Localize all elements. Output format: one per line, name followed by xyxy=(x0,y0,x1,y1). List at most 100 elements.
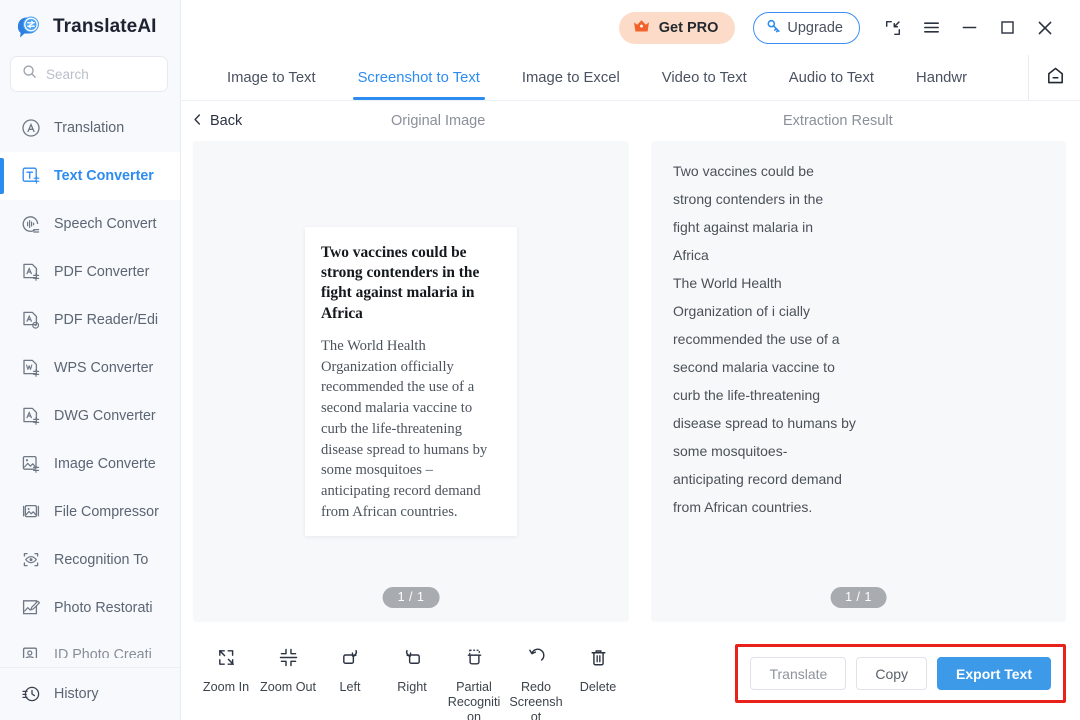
main-content: Get PRO Upgrade Image to Text Screenshot… xyxy=(181,0,1080,720)
ocr-line: disease spread to humans by xyxy=(673,415,856,431)
sidebar-item-pdf-reader-edit[interactable]: PDF Reader/Edi xyxy=(0,296,180,344)
text-converter-icon xyxy=(20,165,42,187)
sidebar-item-label: PDF Converter xyxy=(54,264,150,280)
home-button[interactable] xyxy=(1028,55,1080,100)
speech-bubble-translate-icon xyxy=(14,12,44,42)
chevron-left-icon xyxy=(191,113,204,130)
sidebar-item-id-photo-creation[interactable]: ID Photo Creati xyxy=(0,632,180,658)
brand: TranslateAI xyxy=(0,0,180,52)
zoom-out-icon xyxy=(278,647,299,673)
sidebar-item-photo-restoration[interactable]: Photo Restorati xyxy=(0,584,180,632)
sidebar-item-history[interactable]: History xyxy=(0,668,180,720)
sidebar-item-label: Translation xyxy=(54,120,125,136)
sidebar-item-pdf-converter[interactable]: PDF Converter xyxy=(0,248,180,296)
image-converter-icon xyxy=(20,453,42,475)
sidebar-item-label: Recognition To xyxy=(54,552,149,568)
tool-label: Left xyxy=(339,680,361,694)
translate-button[interactable]: Translate xyxy=(750,657,847,690)
search-input[interactable] xyxy=(46,66,156,82)
home-icon xyxy=(1045,65,1066,91)
copy-button[interactable]: Copy xyxy=(856,657,928,690)
back-button[interactable]: Back xyxy=(191,113,242,130)
sidebar-item-label: History xyxy=(54,686,99,702)
document-title: Two vaccines could be strong contenders … xyxy=(321,243,480,322)
ocr-line: anticipating record demand xyxy=(673,471,842,487)
ocr-line: recommended the use of a xyxy=(673,331,840,347)
partial-recognition-button[interactable]: Partial Recognition xyxy=(443,647,505,720)
pdf-converter-icon xyxy=(20,261,42,283)
tab-video-to-text[interactable]: Video to Text xyxy=(641,55,768,100)
pdf-reader-edit-icon xyxy=(20,309,42,331)
collapse-icon[interactable] xyxy=(874,8,912,48)
close-icon[interactable] xyxy=(1026,8,1064,48)
sidebar-item-label: Text Converter xyxy=(54,168,154,184)
rotate-right-button[interactable]: Right xyxy=(381,647,443,720)
tab-handwriting[interactable]: Handwrit xyxy=(895,55,967,100)
sidebar-nav: Translation Text Converter Speech Conver… xyxy=(0,104,180,667)
sidebar-item-speech-convert[interactable]: Speech Convert xyxy=(0,200,180,248)
tab-label: Audio to Text xyxy=(788,69,875,86)
sidebar-item-file-compressor[interactable]: File Compressor xyxy=(0,488,180,536)
id-photo-icon xyxy=(20,644,42,658)
sidebar-footer: History xyxy=(0,667,180,720)
original-image-pane[interactable]: Two vaccines could be strong contenders … xyxy=(193,141,629,622)
window-controls xyxy=(874,8,1064,48)
tool-label: Redo Screenshot xyxy=(509,680,563,720)
tab-label: Image to Text xyxy=(227,69,316,86)
zoom-in-button[interactable]: Zoom In xyxy=(195,647,257,720)
sidebar-item-dwg-converter[interactable]: DWG Converter xyxy=(0,392,180,440)
sidebar-item-label: Image Converte xyxy=(54,456,156,472)
tab-screenshot-to-text[interactable]: Screenshot to Text xyxy=(337,55,501,100)
ocr-line: fight against malaria in xyxy=(673,219,814,235)
sidebar-item-recognition-to[interactable]: Recognition To xyxy=(0,536,180,584)
rotate-left-icon xyxy=(340,647,361,673)
sidebar-item-image-converter[interactable]: Image Converte xyxy=(0,440,180,488)
upgrade-button[interactable]: Upgrade xyxy=(753,11,860,44)
ocr-line: curb the life-threatening xyxy=(673,387,821,403)
ocr-text[interactable]: Two vaccines could be strong contenders … xyxy=(651,141,1066,521)
delete-trash-icon xyxy=(588,647,609,673)
tab-label: Video to Text xyxy=(661,69,747,86)
speech-convert-icon xyxy=(20,213,42,235)
tab-image-to-excel[interactable]: Image to Excel xyxy=(501,55,641,100)
ocr-line: The World Health xyxy=(673,275,782,291)
maximize-icon[interactable] xyxy=(988,8,1026,48)
sidebar-item-label: ID Photo Creati xyxy=(54,647,152,658)
page-indicator: 1 / 1 xyxy=(830,587,887,608)
sidebar-item-label: Speech Convert xyxy=(54,216,157,232)
sidebar-item-translation[interactable]: Translation xyxy=(0,104,180,152)
ocr-line: second malaria vaccine to xyxy=(673,359,835,375)
rotate-right-icon xyxy=(402,647,423,673)
partial-recognition-icon xyxy=(464,647,485,673)
tab-label: Screenshot to Text xyxy=(357,69,480,86)
document-preview-card: Two vaccines could be strong contenders … xyxy=(305,226,517,537)
search-box[interactable] xyxy=(10,56,168,92)
original-image-caption: Original Image xyxy=(391,113,486,129)
sidebar-item-label: DWG Converter xyxy=(54,408,156,424)
redo-screenshot-button[interactable]: Redo Screenshot xyxy=(505,647,567,720)
menu-icon[interactable] xyxy=(912,8,950,48)
tool-label: Right xyxy=(397,680,427,694)
minimize-icon[interactable] xyxy=(950,8,988,48)
actions-area: Translate Copy Export Text xyxy=(735,644,1066,703)
dwg-converter-icon xyxy=(20,405,42,427)
sidebar-item-wps-converter[interactable]: WPS Converter xyxy=(0,344,180,392)
zoom-out-button[interactable]: Zoom Out xyxy=(257,647,319,720)
sidebar-item-label: PDF Reader/Edi xyxy=(54,312,159,328)
export-text-button[interactable]: Export Text xyxy=(937,657,1051,690)
tab-audio-to-text[interactable]: Audio to Text xyxy=(768,55,895,100)
tool-label: Zoom In xyxy=(202,680,250,694)
get-pro-button[interactable]: Get PRO xyxy=(618,11,736,44)
action-buttons: Translate Copy Export Text xyxy=(750,657,1051,690)
get-pro-label: Get PRO xyxy=(658,19,719,36)
sidebar: TranslateAI Translation xyxy=(0,0,181,720)
extraction-result-pane[interactable]: Two vaccines could be strong contenders … xyxy=(651,141,1066,622)
sidebar-item-text-converter[interactable]: Text Converter xyxy=(0,152,180,200)
delete-button[interactable]: Delete xyxy=(567,647,629,720)
tab-image-to-text[interactable]: Image to Text xyxy=(206,55,337,100)
photo-restoration-icon xyxy=(20,597,42,619)
tab-bar: Image to Text Screenshot to Text Image t… xyxy=(181,55,1080,101)
search-icon xyxy=(22,64,37,84)
key-icon xyxy=(766,18,782,38)
rotate-left-button[interactable]: Left xyxy=(319,647,381,720)
